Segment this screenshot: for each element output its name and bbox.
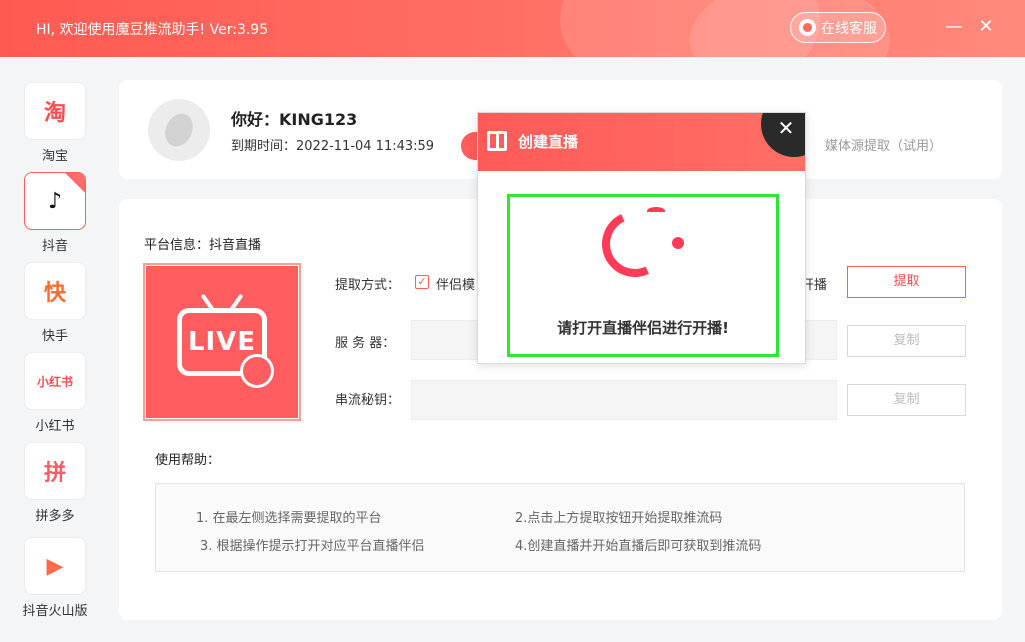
user-greeting: 你好：KING123 [231,110,358,129]
platform-sidebar: 淘 淘宝 ♪ 抖音 快 快手 小红书 小红书 拼 拼多多 ▶ 抖音火山版 [12,74,98,634]
gift-icon [487,131,507,151]
create-live-dialog: 创建直播 ✕ 请打开直播伴侣进行开播! [477,112,806,364]
title-bar: HI, 欢迎使用魔豆推流助手! Ver:3.95 在线客服 — ✕ [0,0,1025,57]
method-checkbox[interactable]: ✓ [415,275,429,289]
pinduoduo-icon: 拼 [24,442,86,500]
sidebar-item-label: 小红书 [35,419,75,434]
online-service-label: 在线客服 [821,20,877,37]
sidebar-item-huoshan[interactable]: ▶ 抖音火山版 [12,529,98,619]
platform-logo: LIVE [143,263,301,421]
method-option-text: 伴侣模 [436,278,476,293]
stream-key-input[interactable] [411,380,837,420]
platform-info: 平台信息：抖音直播 [144,238,262,253]
server-label: 服 务 器： [335,336,396,351]
sidebar-item-label: 拼多多 [35,509,75,524]
sidebar-item-label: 抖音火山版 [22,604,88,619]
sidebar-item-taobao[interactable]: 淘 淘宝 [12,74,98,164]
close-button[interactable]: ✕ [976,17,996,37]
live-logo-text: LIVE [187,327,257,357]
sidebar-item-xiaohongshu[interactable]: 小红书 小红书 [12,344,98,434]
extract-button[interactable]: 提取 [847,266,966,298]
spinner-arc [647,207,665,215]
help-item: 4.创建直播并开始直播后即可获取到推流码 [515,539,762,554]
headset-icon [799,19,816,36]
stream-key-label: 串流秘钥： [335,393,401,408]
sidebar-item-douyin[interactable]: ♪ 抖音 [12,164,98,254]
bean-icon [160,109,198,151]
spinner-dot [672,237,684,249]
expire-time: 到期时间：2022-11-04 11:43:59 [231,139,435,154]
dialog-message: 请打开直播伴侣进行开播! [557,319,729,337]
help-item: 3. 根据操作提示打开对应平台直播伴侣 [200,539,425,554]
online-service-button[interactable]: 在线客服 [790,12,886,43]
media-source-link[interactable]: 媒体源提取（试用） [825,135,942,154]
sidebar-item-label: 抖音 [41,239,68,254]
app-title: HI, 欢迎使用魔豆推流助手! Ver:3.95 [36,22,269,38]
huoshan-icon: ▶ [24,537,86,595]
extract-method-label: 提取方式： [335,278,401,293]
sidebar-item-label: 淘宝 [41,149,68,164]
douyin-icon: ♪ [24,172,86,230]
minimize-button[interactable]: — [944,17,964,37]
dialog-title: 创建直播 [518,133,579,151]
xiaohongshu-icon: 小红书 [24,352,86,410]
kuaishou-icon: 快 [24,262,86,320]
help-item: 2.点击上方提取按钮开始提取推流码 [515,511,723,526]
dialog-header: 创建直播 ✕ [478,113,805,171]
dialog-content: 请打开直播伴侣进行开播! [507,194,779,357]
help-box: 1. 在最左侧选择需要提取的平台 2.点击上方提取按钮开始提取推流码 3. 根据… [155,483,965,572]
taobao-icon: 淘 [24,82,86,140]
sidebar-item-pinduoduo[interactable]: 拼 拼多多 [12,434,98,524]
copy-server-button[interactable]: 复制 [847,325,966,357]
copy-key-button[interactable]: 复制 [847,384,966,416]
avatar [148,99,210,161]
dialog-close-button[interactable]: ✕ [775,117,797,139]
sidebar-item-kuaishou[interactable]: 快 快手 [12,254,98,344]
sidebar-item-label: 快手 [41,329,68,344]
help-title: 使用帮助： [155,453,221,468]
help-item: 1. 在最左侧选择需要提取的平台 [196,511,382,526]
pulse-icon [240,354,274,388]
